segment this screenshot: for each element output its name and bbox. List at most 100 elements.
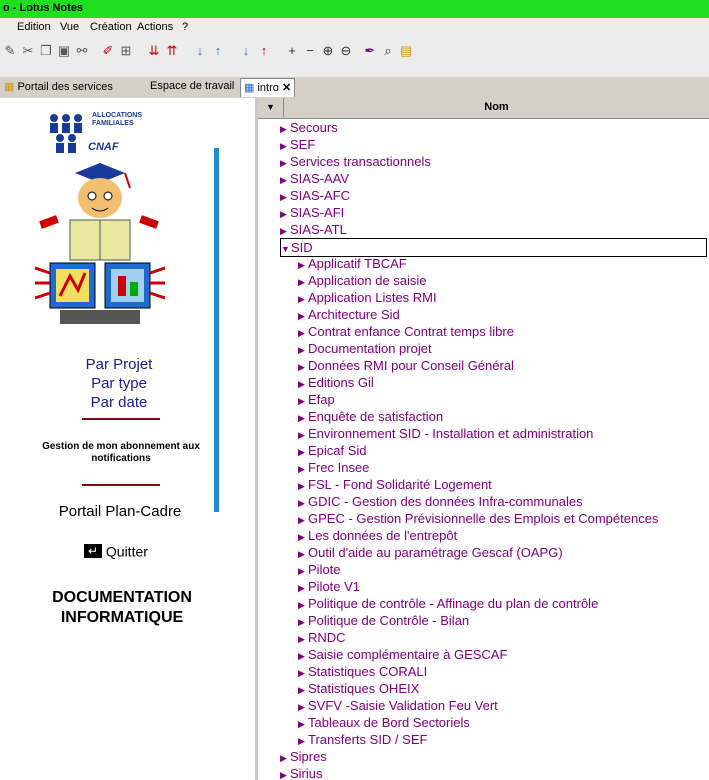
row-label: GPEC - Gestion Prévisionnelle des Emploi… [308, 511, 659, 526]
notification-link[interactable]: Gestion de mon abonnement aux notificati… [26, 441, 216, 465]
subcategory-row[interactable]: ▶ Epicaf Sid [298, 442, 367, 459]
category-row[interactable]: ▶ SIAS-AFI [280, 204, 344, 221]
cut-icon[interactable]: ✂ [20, 43, 36, 59]
subcategory-row[interactable]: ▶ Enquête de satisfaction [298, 408, 443, 425]
menu-edition[interactable]: Edition [17, 21, 51, 33]
search-icon[interactable]: ⌕ [380, 43, 396, 59]
subcategory-row[interactable]: ▶ Politique de contrôle - Affinage du pla… [298, 595, 598, 612]
row-label: Efap [308, 392, 335, 407]
menu-creation[interactable]: Création [90, 21, 132, 33]
row-label: Architecture Sid [308, 307, 400, 322]
triangle-right-icon[interactable]: ▶ [280, 767, 290, 780]
menu-actions[interactable]: Actions [137, 21, 173, 33]
arrow-up-icon[interactable]: ↑ [210, 43, 226, 59]
row-label: Saisie complémentaire à GESCAF [308, 647, 508, 662]
subcategory-row[interactable]: ▶ Statistiques CORALI [298, 663, 427, 680]
collapse-all-icon[interactable]: ⇈ [164, 43, 180, 59]
subcategory-row[interactable]: ▶ Tableaux de Bord Sectoriels [298, 714, 470, 731]
subcategory-row[interactable]: ▶ Politique de Contrôle - Bilan [298, 612, 469, 629]
database-icon: ▦ [244, 82, 255, 94]
collapse-section-icon[interactable]: ⊖ [338, 43, 354, 59]
subcategory-row[interactable]: ▶ Frec Insee [298, 459, 369, 476]
menu-help[interactable]: ? [182, 21, 188, 33]
tab-portail-services[interactable]: ▦ Portail des services [4, 80, 113, 93]
subcategory-row[interactable]: ▶ RNDC [298, 629, 346, 646]
triangle-down-icon[interactable]: ▼ [281, 241, 291, 258]
menu-vue[interactable]: Vue [60, 21, 79, 33]
row-label: Epicaf Sid [308, 443, 367, 458]
subcategory-row[interactable]: ▶ GPEC - Gestion Prévisionnelle des Emplo… [298, 510, 658, 527]
column-header-nom[interactable]: Nom [284, 98, 709, 117]
tab-espace-travail[interactable]: Espace de travail [150, 80, 234, 92]
subcategory-row[interactable]: ▶ Données RMI pour Conseil Général [298, 357, 514, 374]
subcategory-row[interactable]: ▶ Les données de l'entrepôt [298, 527, 457, 544]
category-row[interactable]: ▶ Sirius [280, 765, 323, 780]
category-row[interactable]: ▶ SIAS-AAV [280, 170, 349, 187]
close-icon[interactable]: ✕ [282, 82, 291, 94]
subcategory-row[interactable]: ▶ Application de saisie [298, 272, 427, 289]
row-label: FSL - Fond Solidarité Logement [308, 477, 492, 492]
arrow-down-icon[interactable]: ↓ [192, 43, 208, 59]
subcategory-row[interactable]: ▶ Saisie complémentaire à GESCAF [298, 646, 507, 663]
row-label: Contrat enfance Contrat temps libre [308, 324, 514, 339]
subcategory-row[interactable]: ▶ Architecture Sid [298, 306, 400, 323]
subcategory-row[interactable]: ▶ Documentation projet [298, 340, 432, 357]
expand-all-icon[interactable]: ⇊ [146, 43, 162, 59]
category-row[interactable]: ▶ Secours [280, 119, 338, 136]
link-par-type[interactable]: Par type [54, 375, 184, 392]
subcategory-row[interactable]: ▶ Editions Gil [298, 374, 374, 391]
prev-unread-icon[interactable]: ↑ [256, 43, 272, 59]
window-title: o - Lotus Notes [3, 2, 84, 14]
edit-icon[interactable]: ✎ [2, 43, 18, 59]
row-label: Editions Gil [308, 375, 374, 390]
row-label: Enquête de satisfaction [308, 409, 444, 424]
row-label: Services transactionnels [290, 154, 431, 169]
category-row[interactable]: ▶ SIAS-ATL [280, 221, 347, 238]
row-label: Frec Insee [308, 460, 370, 475]
paste-icon[interactable]: ▣ [56, 43, 72, 59]
subcategory-row[interactable]: ▶ Environnement SID - Installation et adm… [298, 425, 593, 442]
collapse-icon[interactable]: − [302, 43, 318, 59]
category-row[interactable]: ▶ Services transactionnels [280, 153, 431, 170]
pen-icon[interactable]: ✐ [100, 43, 116, 59]
row-label: SIAS-AAV [290, 171, 350, 186]
next-unread-icon[interactable]: ↓ [238, 43, 254, 59]
subcategory-row[interactable]: ▶ Pilote V1 [298, 578, 360, 595]
pin-icon[interactable]: ✒ [362, 43, 378, 59]
expand-icon[interactable]: + [284, 43, 300, 59]
row-label: Environnement SID - Installation et admi… [308, 426, 594, 441]
subcategory-row[interactable]: ▶ SVFV -Saisie Validation Feu Vert [298, 697, 498, 714]
subcategory-row[interactable]: ▶ Statistiques OHEIX [298, 680, 419, 697]
subcategory-row[interactable]: ▶ Contrat enfance Contrat temps libre [298, 323, 514, 340]
link-icon[interactable]: ⚯ [74, 43, 90, 59]
subcategory-row[interactable]: ▶ GDIC - Gestion des données Infra-commun… [298, 493, 583, 510]
row-label: Application de saisie [308, 273, 427, 288]
menu-bar: Edition Vue Création Actions ? [0, 18, 709, 37]
row-label: Application Listes RMI [308, 290, 437, 305]
copy-icon[interactable]: ❐ [38, 43, 54, 59]
sort-dropdown-icon[interactable]: ▼ [258, 98, 284, 117]
column-header: ▼ Nom [258, 98, 709, 119]
row-label: Outil d'aide au paramétrage Gescaf (OAPG… [308, 545, 563, 560]
link-par-projet[interactable]: Par Projet [54, 356, 184, 373]
category-row[interactable]: ▶ Sipres [280, 748, 327, 765]
link-par-date[interactable]: Par date [54, 394, 184, 411]
table-icon[interactable]: ▤ [398, 43, 414, 59]
row-label: Sipres [290, 749, 327, 764]
subcategory-row[interactable]: ▶ Outil d'aide au paramétrage Gescaf (OAP… [298, 544, 563, 561]
tab-intro[interactable]: ▦ intro ✕ [240, 78, 296, 97]
subcategory-row[interactable]: ▶ Applicatif TBCAF [298, 255, 407, 272]
expand-section-icon[interactable]: ⊕ [320, 43, 336, 59]
subcategory-row[interactable]: ▶ Transferts SID / SEF [298, 731, 427, 748]
subcategory-row[interactable]: ▶ Pilote [298, 561, 341, 578]
row-label: Statistiques CORALI [308, 664, 428, 679]
subcategory-row[interactable]: ▶ Efap [298, 391, 335, 408]
subcategory-row[interactable]: ▶ Application Listes RMI [298, 289, 437, 306]
subcategory-row[interactable]: ▶ FSL - Fond Solidarité Logement [298, 476, 492, 493]
category-row[interactable]: ▶ SIAS-AFC [280, 187, 350, 204]
row-label: Pilote V1 [308, 579, 361, 594]
quit-button[interactable]: ↵ Quitter [84, 542, 148, 559]
portail-plan-cadre-link[interactable]: Portail Plan-Cadre [40, 503, 200, 520]
properties-icon[interactable]: ⊞ [118, 43, 134, 59]
category-row[interactable]: ▶ SEF [280, 136, 315, 153]
